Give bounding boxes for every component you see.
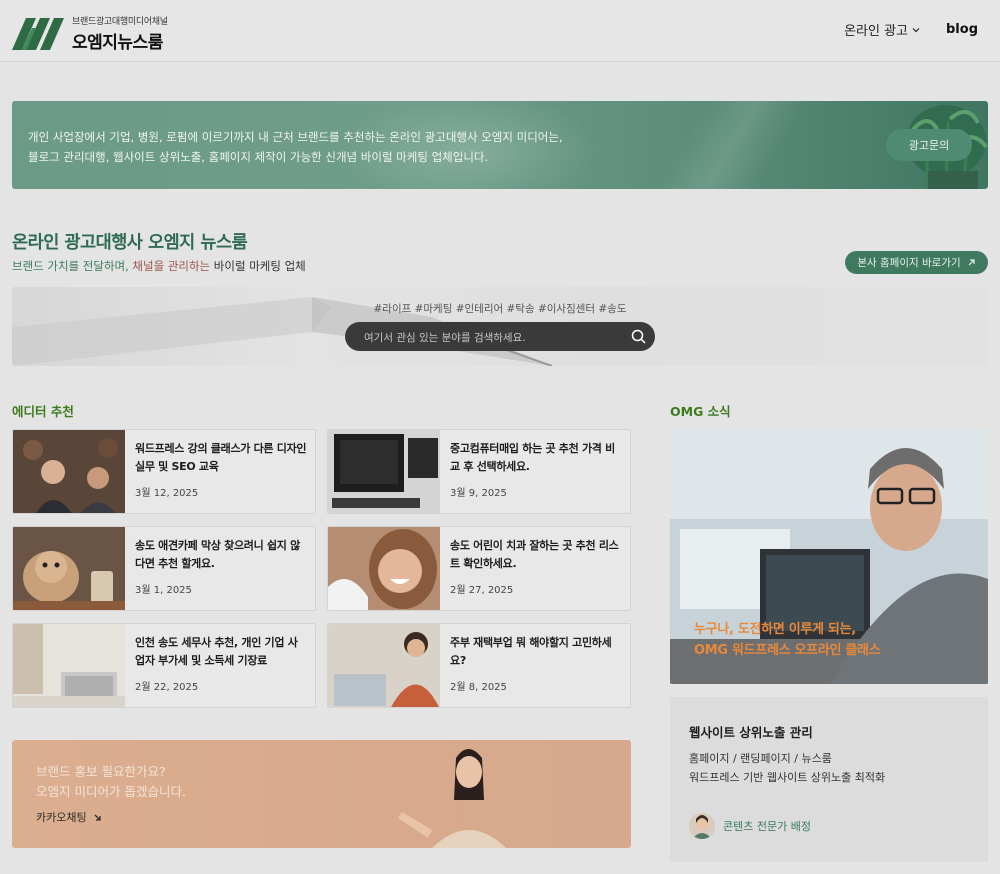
logo-subtitle: 브랜드광고대행미디어채널	[72, 17, 168, 27]
banner-line-1: 개인 사업장에서 기업, 병원, 로펌에 이르기까지 내 근처 브랜드를 추천하…	[28, 130, 563, 144]
computer-thumbnail	[328, 430, 440, 513]
article-card[interactable]: 인천 송도 세무사 추천, 개인 기업 사업자 부가세 및 소득세 기장료 2월…	[12, 623, 316, 708]
banner-line-2: 블로그 관리대행, 웹사이트 상위노출, 홈페이지 제작이 가능한 신개념 바이…	[28, 150, 489, 164]
main-nav: 온라인 광고 blog	[844, 20, 978, 39]
nav-blog[interactable]: blog	[946, 22, 978, 37]
logo-title: 오엠지뉴스룸	[72, 33, 163, 53]
article-date: 3월 1, 2025	[135, 585, 192, 596]
promo-line-2: 오엠지 미디어가 돕겠습니다.	[36, 784, 186, 799]
avatar-icon	[689, 813, 715, 839]
dog-cafe-thumbnail	[13, 527, 125, 610]
seo-line-1: 홈페이지 / 랜딩페이지 / 뉴스룸	[689, 752, 832, 765]
site-logo[interactable]: 브랜드광고대행미디어채널 오엠지뉴스룸	[12, 14, 168, 53]
kakao-chat-label: 카카오채팅	[36, 811, 87, 824]
banner-description: 개인 사업장에서 기업, 병원, 로펌에 이르기까지 내 근처 브랜드를 추천하…	[28, 127, 563, 167]
nav-online-ad-label: 온라인 광고	[844, 24, 908, 39]
omg-caption-line-2: OMG 워드프레스 오프라인 클래스	[694, 643, 881, 658]
site-header: 브랜드광고대행미디어채널 오엠지뉴스룸 온라인 광고 blog	[0, 0, 1000, 62]
article-title: 주부 재택부업 뭐 해야할지 고민하세요?	[450, 636, 612, 667]
chevron-down-icon	[912, 27, 920, 32]
woman-illustration	[398, 749, 506, 848]
classroom-thumbnail	[13, 430, 125, 513]
article-date: 3월 9, 2025	[450, 488, 507, 499]
subtitle-part-c: 바이럴 마케팅 업체	[210, 259, 306, 273]
content-expert-link[interactable]: 콘텐츠 전문가 배정	[689, 813, 811, 839]
office-desk-thumbnail	[13, 624, 125, 707]
search-section: #라이프 #마케팅 #인테리어 #탁송 #이사짐센터 #송도 여기서 관심 있는…	[12, 287, 988, 366]
home-link-label: 본사 홈페이지 바로가기	[857, 257, 961, 269]
home-link-button[interactable]: 본사 홈페이지 바로가기	[845, 251, 988, 274]
omg-caption: 누구나, 도전하면 이루게 되는, OMG 워드프레스 오프라인 클래스	[694, 619, 881, 661]
promo-line-1: 브랜드 홍보 필요한가요?	[36, 764, 166, 779]
subtitle-part-a: 브랜드 가치를 전달하며,	[12, 259, 133, 273]
article-title: 중고컴퓨터매입 하는 곳 추천 가격 비교 후 선택하세요.	[450, 442, 615, 473]
omg-caption-line-1: 누구나, 도전하면 이루게 되는,	[694, 622, 856, 637]
subtitle-part-b: 채널을 관리하는	[132, 259, 211, 273]
omg-feature-card[interactable]: 누구나, 도전하면 이루게 되는, OMG 워드프레스 오프라인 클래스	[670, 429, 988, 684]
banner-glare	[632, 101, 832, 189]
seo-service-box: 웹사이트 상위노출 관리 홈페이지 / 랜딩페이지 / 뉴스룸 워드프레스 기반…	[670, 697, 988, 862]
page-title: 온라인 광고대행사 오엠지 뉴스룸	[12, 233, 248, 253]
search-input[interactable]: 여기서 관심 있는 분야를 검색하세요.	[345, 322, 655, 351]
article-title: 송도 애견카페 막상 찾으려니 쉽지 않다면 추천 할게요.	[135, 539, 300, 570]
seo-heading: 웹사이트 상위노출 관리	[689, 725, 813, 740]
article-date: 3월 12, 2025	[135, 488, 199, 499]
arrow-down-right-icon	[94, 814, 101, 821]
promo-text: 브랜드 홍보 필요한가요? 오엠지 미디어가 돕겠습니다.	[36, 762, 186, 802]
kakao-chat-link[interactable]: 카카오채팅	[36, 809, 102, 825]
arrow-up-right-icon	[968, 259, 975, 266]
logo-m-icon	[12, 17, 64, 50]
dental-thumbnail	[328, 527, 440, 610]
article-date: 2월 22, 2025	[135, 682, 199, 693]
search-icon[interactable]	[631, 329, 646, 344]
article-card[interactable]: 송도 애견카페 막상 찾으려니 쉽지 않다면 추천 할게요. 3월 1, 202…	[12, 526, 316, 611]
article-date: 2월 8, 2025	[450, 682, 507, 693]
article-date: 2월 27, 2025	[450, 585, 514, 596]
nav-online-ad[interactable]: 온라인 광고	[844, 20, 920, 39]
search-placeholder: 여기서 관심 있는 분야를 검색하세요.	[364, 332, 526, 344]
omg-heading: OMG 소식	[670, 404, 731, 419]
ad-inquiry-button[interactable]: 광고문의	[886, 129, 972, 161]
intro-banner: 개인 사업장에서 기업, 병원, 로펌에 이르기까지 내 근처 브랜드를 추천하…	[12, 101, 988, 189]
article-card[interactable]: 워드프레스 강의 클래스가 다른 디자인 실무 및 SEO 교육 3월 12, …	[12, 429, 316, 514]
promo-banner: 브랜드 홍보 필요한가요? 오엠지 미디어가 돕겠습니다. 카카오채팅	[12, 740, 631, 848]
seo-line-2: 워드프레스 기반 웹사이트 상위노출 최적화	[689, 771, 886, 784]
article-title: 워드프레스 강의 클래스가 다른 디자인 실무 및 SEO 교육	[135, 442, 307, 473]
page-subtitle: 브랜드 가치를 전달하며, 채널을 관리하는 바이럴 마케팅 업체	[12, 258, 306, 274]
article-card[interactable]: 송도 어린이 치과 잘하는 곳 추천 리스트 확인하세요. 2월 27, 202…	[327, 526, 631, 611]
article-card[interactable]: 주부 재택부업 뭐 해야할지 고민하세요? 2월 8, 2025	[327, 623, 631, 708]
article-card[interactable]: 중고컴퓨터매입 하는 곳 추천 가격 비교 후 선택하세요. 3월 9, 202…	[327, 429, 631, 514]
search-tags: #라이프 #마케팅 #인테리어 #탁송 #이사짐센터 #송도	[373, 303, 627, 315]
article-title: 인천 송도 세무사 추천, 개인 기업 사업자 부가세 및 소득세 기장료	[135, 636, 298, 667]
article-title: 송도 어린이 치과 잘하는 곳 추천 리스트 확인하세요.	[450, 539, 619, 570]
home-work-thumbnail	[328, 624, 440, 707]
content-expert-label: 콘텐츠 전문가 배정	[723, 820, 811, 833]
editor-heading: 에디터 추천	[12, 404, 74, 419]
avatar	[689, 813, 715, 839]
